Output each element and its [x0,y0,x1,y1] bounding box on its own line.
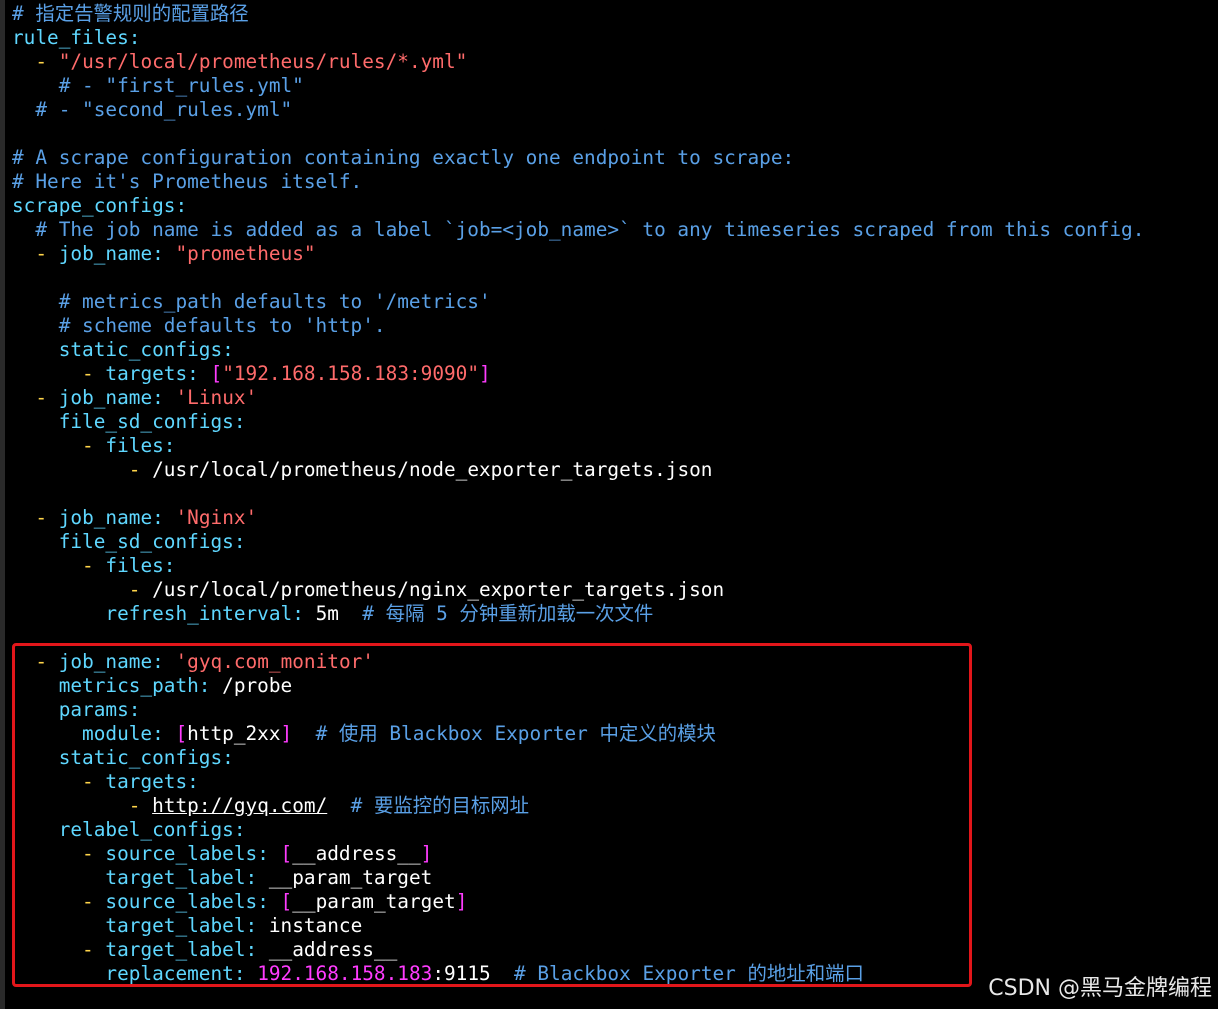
code-line: static_configs: [12,338,234,362]
code-token: - [82,362,94,385]
code-token: "192.168.158.183:9090" [222,362,480,385]
code-token: : [152,506,176,529]
code-token: # A scrape configuration containing exac… [12,146,795,169]
code-token: : [175,194,188,217]
code-token: # 指定告警规则的配置路径 [12,2,249,25]
code-token: 5m [315,602,339,625]
code-token: job_name [58,506,153,529]
code-editor[interactable]: # 指定告警规则的配置路径 rule_files: - "/usr/local/p… [0,0,1218,1009]
code-token: - [35,242,48,265]
code-token: # scheme defaults to 'http'. [12,314,386,337]
watermark: CSDN @黑马金牌编程 [988,976,1212,1001]
highlight-box [12,643,972,987]
code-token: # Here it's Prometheus itself. [12,170,363,193]
code-line: - job_name: 'Linux' [12,386,257,410]
code-line: - /usr/local/prometheus/nginx_exporter_t… [12,578,724,602]
code-token: scrape_configs [12,194,176,217]
code-token: /usr/local/prometheus/node_exporter_targ… [140,458,713,481]
code-line: scrape_configs: [12,194,187,218]
code-token: : [163,554,176,577]
code-token: : [163,434,176,457]
code-token: /usr/local/prometheus/nginx_exporter_tar… [140,578,725,601]
code-line: # Here it's Prometheus itself. [12,170,362,194]
code-token: 'Nginx' [175,506,258,529]
code-token: file_sd_configs [58,410,234,433]
code-token: : [292,602,316,625]
code-line: - job_name: 'Nginx' [12,506,257,530]
code-line: - job_name: "prometheus" [12,242,316,266]
code-line: # The job name is added as a label `job=… [12,218,1144,242]
code-token: : [187,362,211,385]
code-token: - [35,50,48,73]
code-line: # metrics_path defaults to '/metrics' [12,290,491,314]
code-line: file_sd_configs: [12,530,246,554]
code-token: # 每隔 5 分钟重新加载一次文件 [338,602,654,625]
code-line: - "/usr/local/prometheus/rules/*.yml" [12,50,467,74]
code-line: # - "second_rules.yml" [12,98,292,122]
editor-gutter [0,0,5,1009]
code-token: # - "second_rules.yml" [12,98,293,121]
code-token: # - "first_rules.yml" [12,74,304,97]
code-token: - [128,578,141,601]
code-line: - files: [12,554,175,578]
code-line: rule_files: [12,26,140,50]
code-token: - [82,434,94,457]
code-token: targets [105,362,188,385]
code-token: ] [479,362,491,385]
code-token: file_sd_configs [58,530,234,553]
code-token: : [222,338,234,361]
code-token: : [128,26,141,49]
code-token: files [105,554,164,577]
code-token: "/usr/local/prometheus/rules/*.yml" [58,50,468,73]
code-token: - [82,554,94,577]
code-token: - [128,458,141,481]
code-line: # A scrape configuration containing exac… [12,146,794,170]
code-token: : [233,530,246,553]
code-token: # metrics_path defaults to '/metrics' [12,290,491,313]
code-token: : [152,386,176,409]
code-token: - [35,386,48,409]
code-token: static_configs [58,338,223,361]
code-token: 'Linux' [175,386,258,409]
code-token: job_name [58,386,153,409]
code-token: # The job name is added as a label `job=… [12,218,1145,241]
code-token: "prometheus" [175,242,316,265]
code-token: job_name [58,242,153,265]
code-line: # - "first_rules.yml" [12,74,304,98]
code-line: - /usr/local/prometheus/node_exporter_ta… [12,458,713,482]
code-line: # 指定告警规则的配置路径 [12,2,249,26]
code-line: - targets: ["192.168.158.183:9090"] [12,362,491,386]
code-token: : [152,242,176,265]
code-token: refresh_interval [105,602,293,625]
code-token: rule_files [12,26,129,49]
code-line: # scheme defaults to 'http'. [12,314,386,338]
code-token: : [233,410,246,433]
code-line: refresh_interval: 5m # 每隔 5 分钟重新加载一次文件 [12,602,653,626]
code-line: - files: [12,434,175,458]
code-token: [ [210,362,223,385]
code-token: - [35,506,48,529]
code-line: file_sd_configs: [12,410,246,434]
code-token: files [105,434,164,457]
